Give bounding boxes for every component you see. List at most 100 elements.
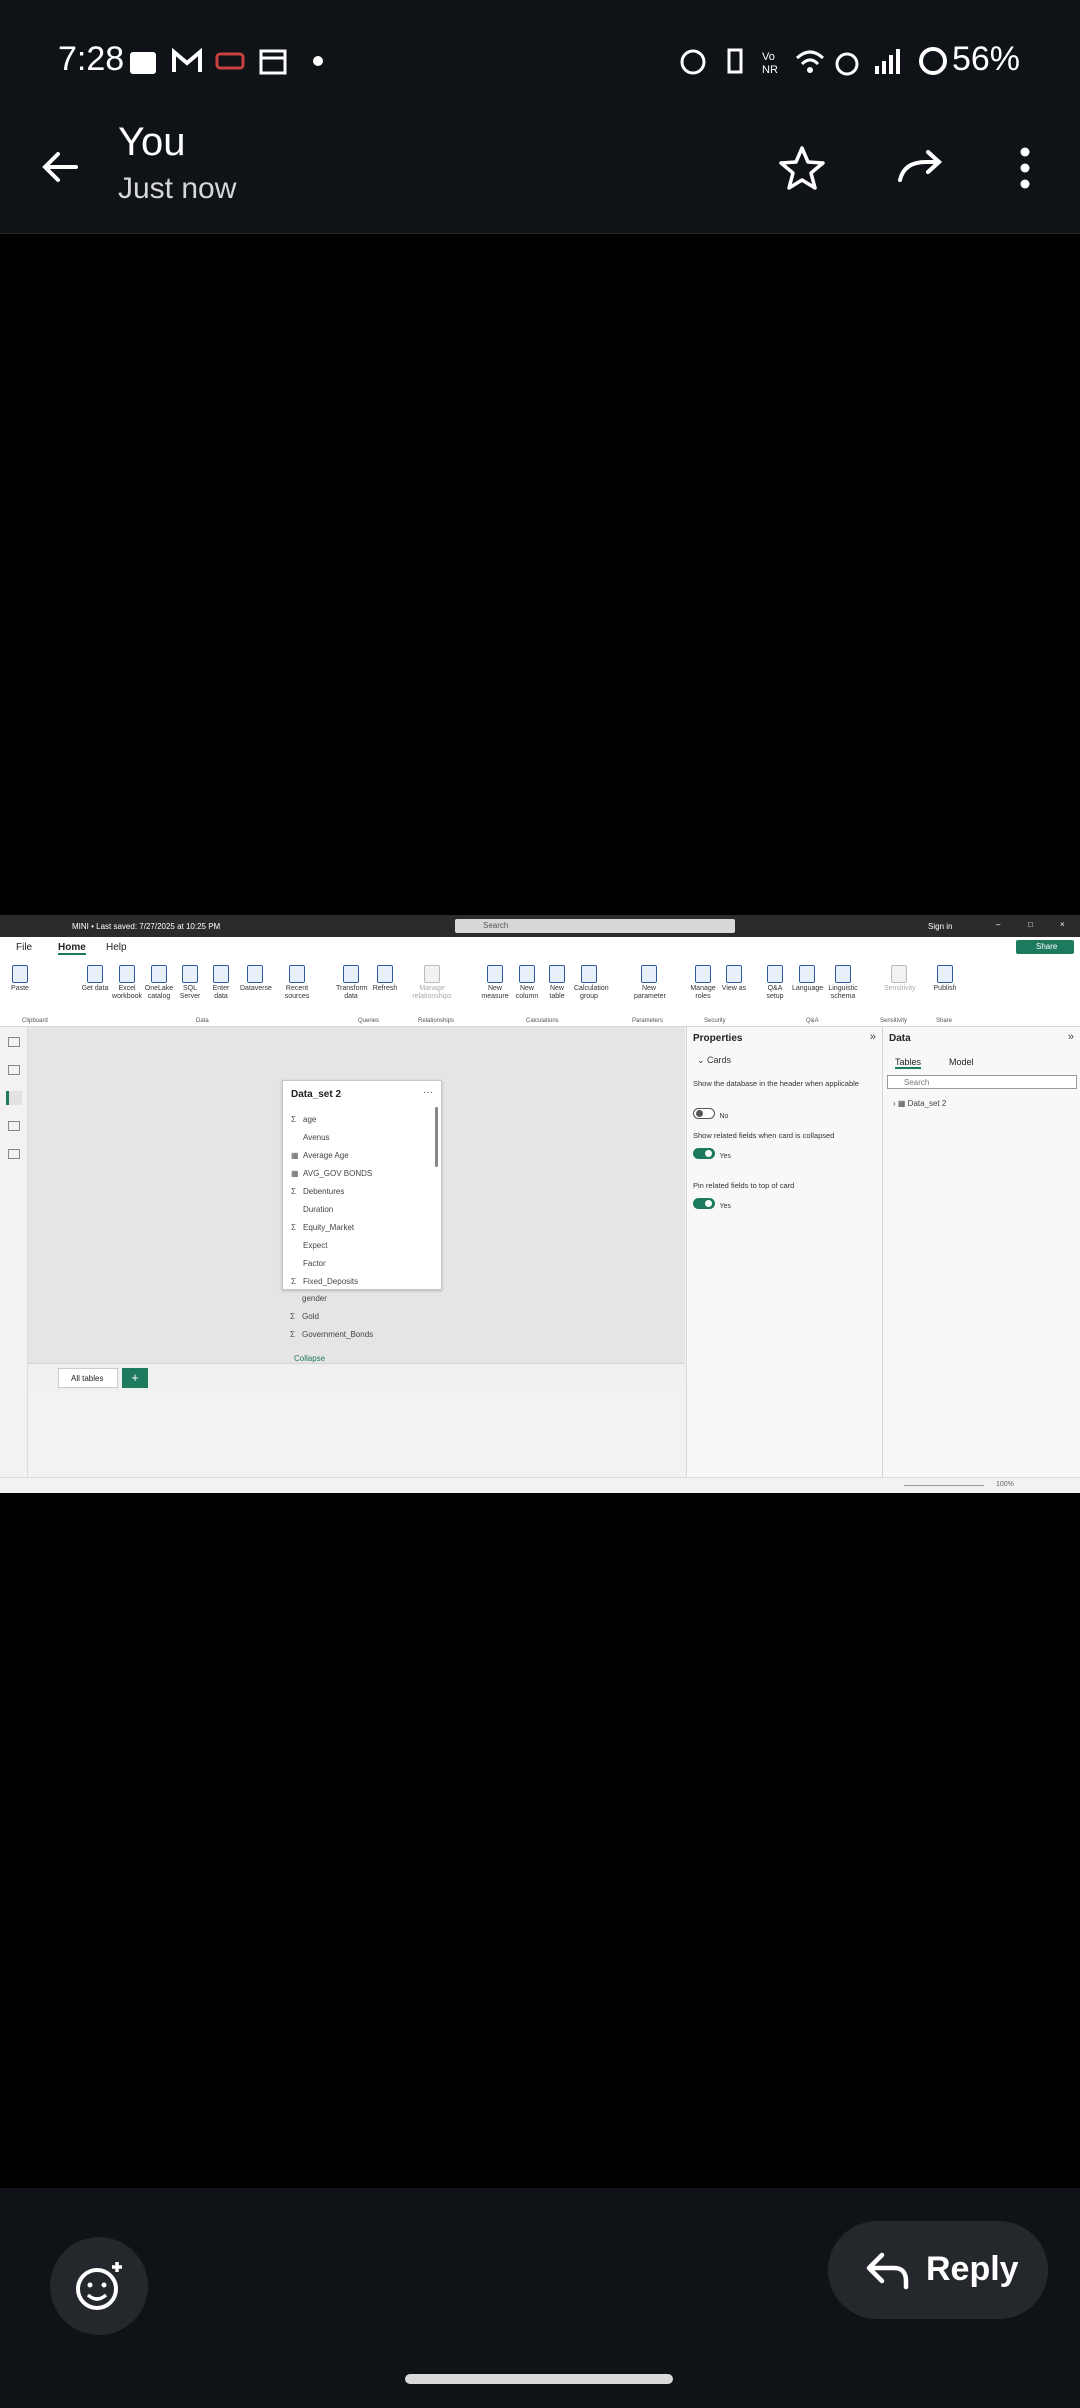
zoom-slider[interactable] — [904, 1485, 984, 1486]
ribbon-btn-view-as[interactable]: View as — [719, 965, 749, 993]
data-search-input[interactable]: Search — [887, 1075, 1077, 1089]
group-queries: Queries — [358, 1018, 380, 1024]
opt-show-db-label: Show the database in the header when app… — [693, 1079, 859, 1088]
ribbon-btn-onelake[interactable]: OneLake catalog — [144, 965, 174, 1001]
back-arrow-icon[interactable] — [36, 142, 86, 192]
ribbon-btn-linguistic[interactable]: Linguistic schema — [828, 965, 858, 1001]
field-row[interactable]: Σ Equity_Market — [291, 1223, 354, 1232]
group-sensitivity: Sensitivity — [880, 1018, 908, 1024]
forward-icon[interactable] — [894, 144, 946, 192]
ribbon-btn-refresh[interactable]: Refresh — [370, 965, 400, 993]
ribbon-btn-qa-setup[interactable]: Q&A setup — [760, 965, 790, 1001]
tab-home[interactable]: Home — [58, 942, 86, 955]
pbi-title-bar: MINI • Last saved: 7/27/2025 at 10:25 PM… — [0, 915, 1080, 937]
group-parameters: Parameters — [632, 1018, 664, 1024]
share-button[interactable]: Share — [1016, 940, 1074, 954]
card-more-icon[interactable]: ··· — [423, 1087, 433, 1098]
add-reaction-button[interactable] — [50, 2237, 148, 2335]
tab-all-tables[interactable]: All tables — [58, 1368, 118, 1388]
field-row[interactable]: Σ Debentures — [291, 1187, 344, 1196]
maximize-icon[interactable]: □ — [1028, 920, 1033, 929]
field-row[interactable]: Σ Fixed_Deposits — [291, 1277, 358, 1286]
collapse-pane-icon[interactable]: » — [870, 1031, 876, 1043]
ribbon-btn-transform[interactable]: Transform data — [336, 965, 368, 1001]
tab-model[interactable]: Model — [949, 1057, 974, 1067]
gmail-icon — [172, 46, 202, 76]
card-overflow-fields: gender Σ Gold Σ Government_Bonds Collapse — [290, 1294, 440, 1370]
opt-show-db-toggle[interactable]: No — [693, 1105, 728, 1123]
field-row[interactable]: Σage — [291, 1115, 316, 1124]
tab-file[interactable]: File — [16, 942, 32, 953]
field-row[interactable]: ▦ AVG_GOV BONDS — [291, 1169, 372, 1178]
view-rail — [0, 1027, 28, 1493]
ribbon-btn-manage-roles[interactable]: Manage roles — [688, 965, 718, 1001]
vibrate-icon — [720, 46, 750, 76]
table-view-icon[interactable] — [8, 1065, 20, 1075]
group-qa: Q&A — [806, 1018, 819, 1024]
more-options-icon[interactable] — [1010, 144, 1040, 192]
ribbon-btn-language[interactable]: Language — [792, 965, 823, 993]
model-view-icon[interactable] — [6, 1091, 22, 1105]
field-row[interactable]: ▦ Average Age — [291, 1151, 349, 1160]
table-tree-item[interactable]: › ▦ Data_set 2 — [893, 1099, 946, 1108]
pbi-search-box[interactable]: Search — [455, 919, 735, 933]
tab-tables[interactable]: Tables — [895, 1057, 922, 1069]
ribbon-btn-manage-rel[interactable]: Manage relationships — [412, 965, 452, 1001]
opt-related-toggle[interactable]: Yes — [693, 1145, 731, 1163]
field-row[interactable]: Duration — [291, 1205, 333, 1214]
opt-related-label: Show related fields when card is collaps… — [693, 1131, 835, 1140]
pbi-menu-tabs: File Home Help Share — [0, 937, 1080, 959]
collapse-link[interactable]: Collapse — [294, 1354, 325, 1363]
emoji-add-icon — [76, 2262, 122, 2310]
bus-icon — [215, 46, 245, 76]
ribbon-btn-new-measure[interactable]: New measure — [480, 965, 510, 1001]
table-card[interactable]: Data_set 2 ··· Σage Avenus ▦ Average Age … — [282, 1080, 442, 1290]
hotspot-icon — [832, 46, 862, 76]
home-indicator[interactable] — [405, 2374, 673, 2384]
ribbon-btn-recent[interactable]: Recent sources — [282, 965, 312, 1001]
ribbon-btn-paste[interactable]: Paste — [5, 965, 35, 993]
ribbon-btn-get-data[interactable]: Get data — [80, 965, 110, 993]
field-row[interactable]: Σ Gold — [290, 1312, 319, 1321]
ribbon-btn-new-table[interactable]: New table — [542, 965, 572, 1001]
field-row[interactable]: Avenus — [291, 1133, 330, 1142]
card-scrollbar[interactable] — [435, 1107, 438, 1167]
ribbon-btn-new-param[interactable]: New parameter — [634, 965, 666, 1001]
opt-pin-toggle[interactable]: Yes — [693, 1195, 731, 1213]
star-icon[interactable] — [778, 144, 826, 192]
ribbon-btn-sql[interactable]: SQL Server — [175, 965, 205, 1001]
status-bar: 7:28 Vo NR 56% — [0, 0, 1080, 128]
report-view-icon[interactable] — [8, 1037, 20, 1047]
field-row[interactable]: Expect — [291, 1241, 327, 1250]
reply-button[interactable]: Reply — [828, 2221, 1048, 2319]
pbi-sign-in[interactable]: Sign in — [928, 922, 952, 931]
ribbon-btn-new-column[interactable]: New column — [512, 965, 542, 1001]
shared-screenshot[interactable]: MINI • Last saved: 7/27/2025 at 10:25 PM… — [0, 915, 1080, 1493]
ribbon-btn-publish[interactable]: Publish — [930, 965, 960, 993]
field-row[interactable]: Σ Government_Bonds — [290, 1330, 373, 1339]
ribbon-btn-enter-data[interactable]: Enter data — [206, 965, 236, 1001]
cards-section[interactable]: ⌄ Cards — [697, 1055, 731, 1066]
card-title: Data_set 2 — [291, 1089, 342, 1100]
ribbon-btn-sensitivity[interactable]: Sensitivity — [884, 965, 916, 993]
tmdl-view-icon[interactable] — [8, 1149, 20, 1159]
timestamp: Just now — [118, 172, 237, 205]
add-layout-button[interactable]: + — [122, 1368, 148, 1388]
bag-icon — [128, 46, 158, 76]
zoom-bar: 100% — [0, 1477, 1080, 1493]
minimize-icon[interactable]: – — [996, 920, 1000, 929]
ribbon-btn-calc-group[interactable]: Calculation group — [574, 965, 609, 1001]
ribbon-btn-excel[interactable]: Excel workbook — [112, 965, 142, 1001]
close-icon[interactable]: × — [1060, 920, 1065, 929]
field-row[interactable]: gender — [290, 1294, 327, 1303]
ribbon-btn-dataverse[interactable]: Dataverse — [240, 965, 272, 993]
battery-icon — [918, 46, 948, 76]
dax-view-icon[interactable] — [8, 1121, 20, 1131]
collapse-data-icon[interactable]: » — [1068, 1031, 1074, 1043]
tab-help[interactable]: Help — [106, 942, 127, 953]
layout-tabs: All tables + — [28, 1363, 685, 1391]
group-relationships: Relationships — [418, 1018, 455, 1024]
pbi-search-placeholder: Search — [483, 921, 509, 930]
field-row[interactable]: Factor — [291, 1259, 326, 1268]
group-data: Data — [196, 1018, 209, 1024]
